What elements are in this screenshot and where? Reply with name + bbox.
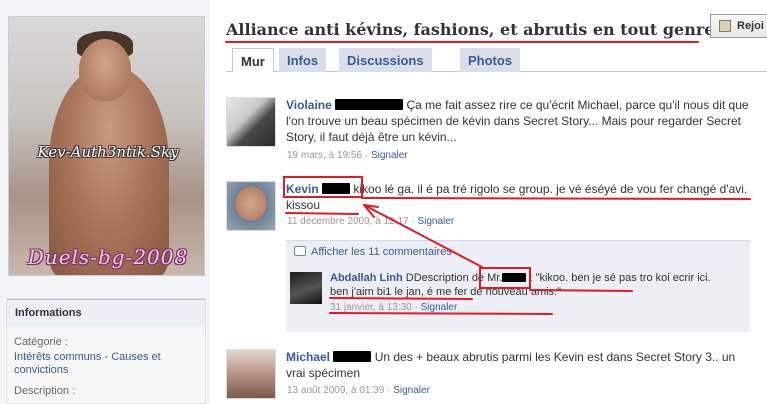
post-timestamp: 19 mars, à 19:56 [287,150,363,161]
post-message: kikoo lé ga. il é pa tré rigolo se group… [286,182,748,212]
tab-discussions[interactable]: Discussions [339,48,432,72]
photo-watermark-bottom: Duels-bg-2008 [27,245,189,269]
report-link[interactable]: Signaler [417,216,454,227]
post-author-link[interactable]: Michael [286,350,330,364]
comment-author-link[interactable]: Abdallah Linh [330,272,403,284]
comment-bubble-icon [294,246,306,256]
photo-person-head [79,39,131,101]
meta-separator: · [411,302,421,313]
post-meta: 13 août 2009, à 01:39 · Signaler [287,385,430,396]
tab-info[interactable]: Infos [279,48,327,72]
comment-timestamp: 31 janvier, à 13:30 [330,302,412,313]
report-link[interactable]: Signaler [393,385,430,396]
tab-photos[interactable]: Photos [460,48,521,72]
join-icon [719,20,731,32]
tab-wall[interactable]: Mur [232,48,274,72]
wall-post-text: Michael Un des + beaux abrutis parmi les… [286,349,756,381]
post-meta: 11 décembre 2009, à 12:17 · Signaler [287,216,454,227]
category-label: Catégorie : [14,336,68,348]
comment-line-1: : "kikoo. ben je sé pas tro koi ecrir ic… [529,272,711,284]
show-comments-link[interactable]: Afficher les 11 commentaires [294,246,452,258]
comment-author-avatar[interactable] [290,272,322,304]
comment-meta: 31 janvier, à 13:30 · Signaler [330,301,738,315]
redaction-mark [322,183,351,194]
post-underline-2 [285,212,359,215]
post-author-avatar[interactable] [226,349,276,399]
post-author-link[interactable]: Kevin [286,182,319,196]
post-author-avatar[interactable] [226,181,276,231]
comment-text: Abdallah Linh DDescription de Mr. : "kik… [330,271,738,315]
group-profile-photo[interactable]: Kev-Auth3ntik.Sky Duels-bg-2008 [8,16,205,276]
left-sidebar: Kev-Auth3ntik.Sky Duels-bg-2008 Informat… [0,0,210,404]
redaction-mark [333,351,372,362]
comments-panel: Afficher les 11 commentaires Abdallah Li… [286,240,750,332]
comment-mr: Mr. [487,272,503,284]
photo-watermark-top: Kev-Auth3ntik.Sky [37,143,179,161]
show-comments-label: Afficher les 11 commentaires [311,246,452,258]
description-label: Description : [14,385,76,397]
join-button-label: Rejoi [737,20,764,32]
redaction-mark [502,273,527,282]
wall-post-text: Kevin kikoo lé ga. il é pa tré rigolo se… [286,181,756,213]
report-link[interactable]: Signaler [371,150,408,161]
wall-post-text: Violaine Ça me fait assez rire ce qu'écr… [286,97,756,145]
join-group-button[interactable]: Rejoi [710,14,767,38]
comment-prefix: DDescription de [405,272,485,284]
category-value-link[interactable]: Intérêts communs - Causes et convictions [14,351,200,377]
meta-separator: · [362,150,371,161]
comment-line-2: ben j'aim bi1 le jan, é me fer dé nouvea… [330,286,562,298]
post-author-avatar[interactable] [226,97,276,147]
tab-bar: Mur Infos Discussions Photos [226,48,767,72]
post-timestamp: 11 décembre 2009, à 12:17 [287,216,409,227]
redaction-mark [335,99,404,110]
report-link[interactable]: Signaler [421,302,458,313]
info-panel: Informations Catégorie : Intérêts commun… [6,298,206,404]
meta-separator: · [384,385,394,396]
post-meta: 19 mars, à 19:56 · Signaler [287,150,408,161]
info-panel-title: Informations [7,299,205,327]
group-title: Alliance anti kévins, fashions, et abrut… [226,20,748,39]
post-timestamp: 13 août 2009, à 01:39 [287,385,385,396]
post-author-link[interactable]: Violaine [286,98,332,112]
